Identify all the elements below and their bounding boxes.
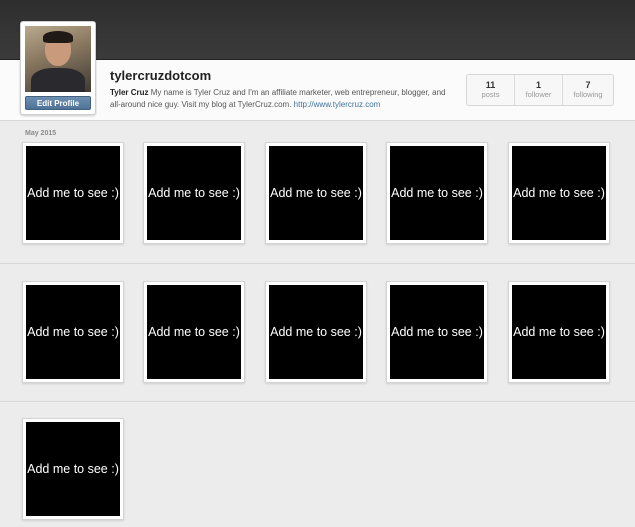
private-photo-placeholder: Add me to see :) [147, 146, 241, 240]
private-photo-placeholder: Add me to see :) [147, 285, 241, 379]
photo-tile[interactable]: Add me to see :) [143, 281, 245, 383]
edit-profile-button[interactable]: Edit Profile [25, 96, 91, 110]
profile-username: tylercruzdotcom [110, 68, 212, 83]
photo-tile[interactable]: Add me to see :) [508, 281, 610, 383]
photo-tile[interactable]: Add me to see :) [508, 142, 610, 244]
private-photo-placeholder: Add me to see :) [390, 146, 484, 240]
photo-tile[interactable]: Add me to see :) [265, 281, 367, 383]
avatar[interactable] [25, 26, 91, 92]
private-photo-placeholder: Add me to see :) [26, 285, 120, 379]
stat-posts-label: posts [481, 90, 500, 99]
avatar-hair [43, 31, 73, 43]
photo-tile[interactable]: Add me to see :) [143, 142, 245, 244]
profile-picture-card: Edit Profile [20, 21, 96, 115]
row-divider [0, 401, 635, 402]
photo-tile[interactable]: Add me to see :) [22, 281, 124, 383]
private-photo-placeholder: Add me to see :) [512, 285, 606, 379]
stat-followers-count: 1 [535, 80, 541, 90]
stat-posts[interactable]: 11 posts [467, 75, 515, 105]
photo-tile[interactable]: Add me to see :) [22, 418, 124, 520]
private-photo-placeholder: Add me to see :) [26, 422, 120, 516]
bio-text: My name is Tyler Cruz and I'm an affilia… [110, 88, 446, 109]
bio-website-link[interactable]: http://www.tylercruz.com [294, 100, 381, 109]
profile-stats: 11 posts 1 follower 7 following [466, 74, 614, 106]
photo-tile[interactable]: Add me to see :) [386, 142, 488, 244]
stat-posts-count: 11 [485, 80, 496, 90]
private-photo-placeholder: Add me to see :) [269, 285, 363, 379]
stat-followers-label: follower [525, 90, 552, 99]
stat-following-label: following [573, 90, 603, 99]
stat-following-count: 7 [585, 80, 591, 90]
feed-date-label: May 2015 [25, 130, 57, 137]
stat-followers[interactable]: 1 follower [515, 75, 563, 105]
private-photo-placeholder: Add me to see :) [269, 146, 363, 240]
avatar-shirt [31, 68, 85, 92]
private-photo-placeholder: Add me to see :) [512, 146, 606, 240]
profile-bio: Tyler Cruz My name is Tyler Cruz and I'm… [110, 87, 455, 111]
stat-following[interactable]: 7 following [563, 75, 613, 105]
private-photo-placeholder: Add me to see :) [390, 285, 484, 379]
bio-name: Tyler Cruz [110, 88, 149, 97]
private-photo-placeholder: Add me to see :) [26, 146, 120, 240]
photo-tile[interactable]: Add me to see :) [386, 281, 488, 383]
row-divider [0, 263, 635, 264]
photo-tile[interactable]: Add me to see :) [265, 142, 367, 244]
photo-tile[interactable]: Add me to see :) [22, 142, 124, 244]
